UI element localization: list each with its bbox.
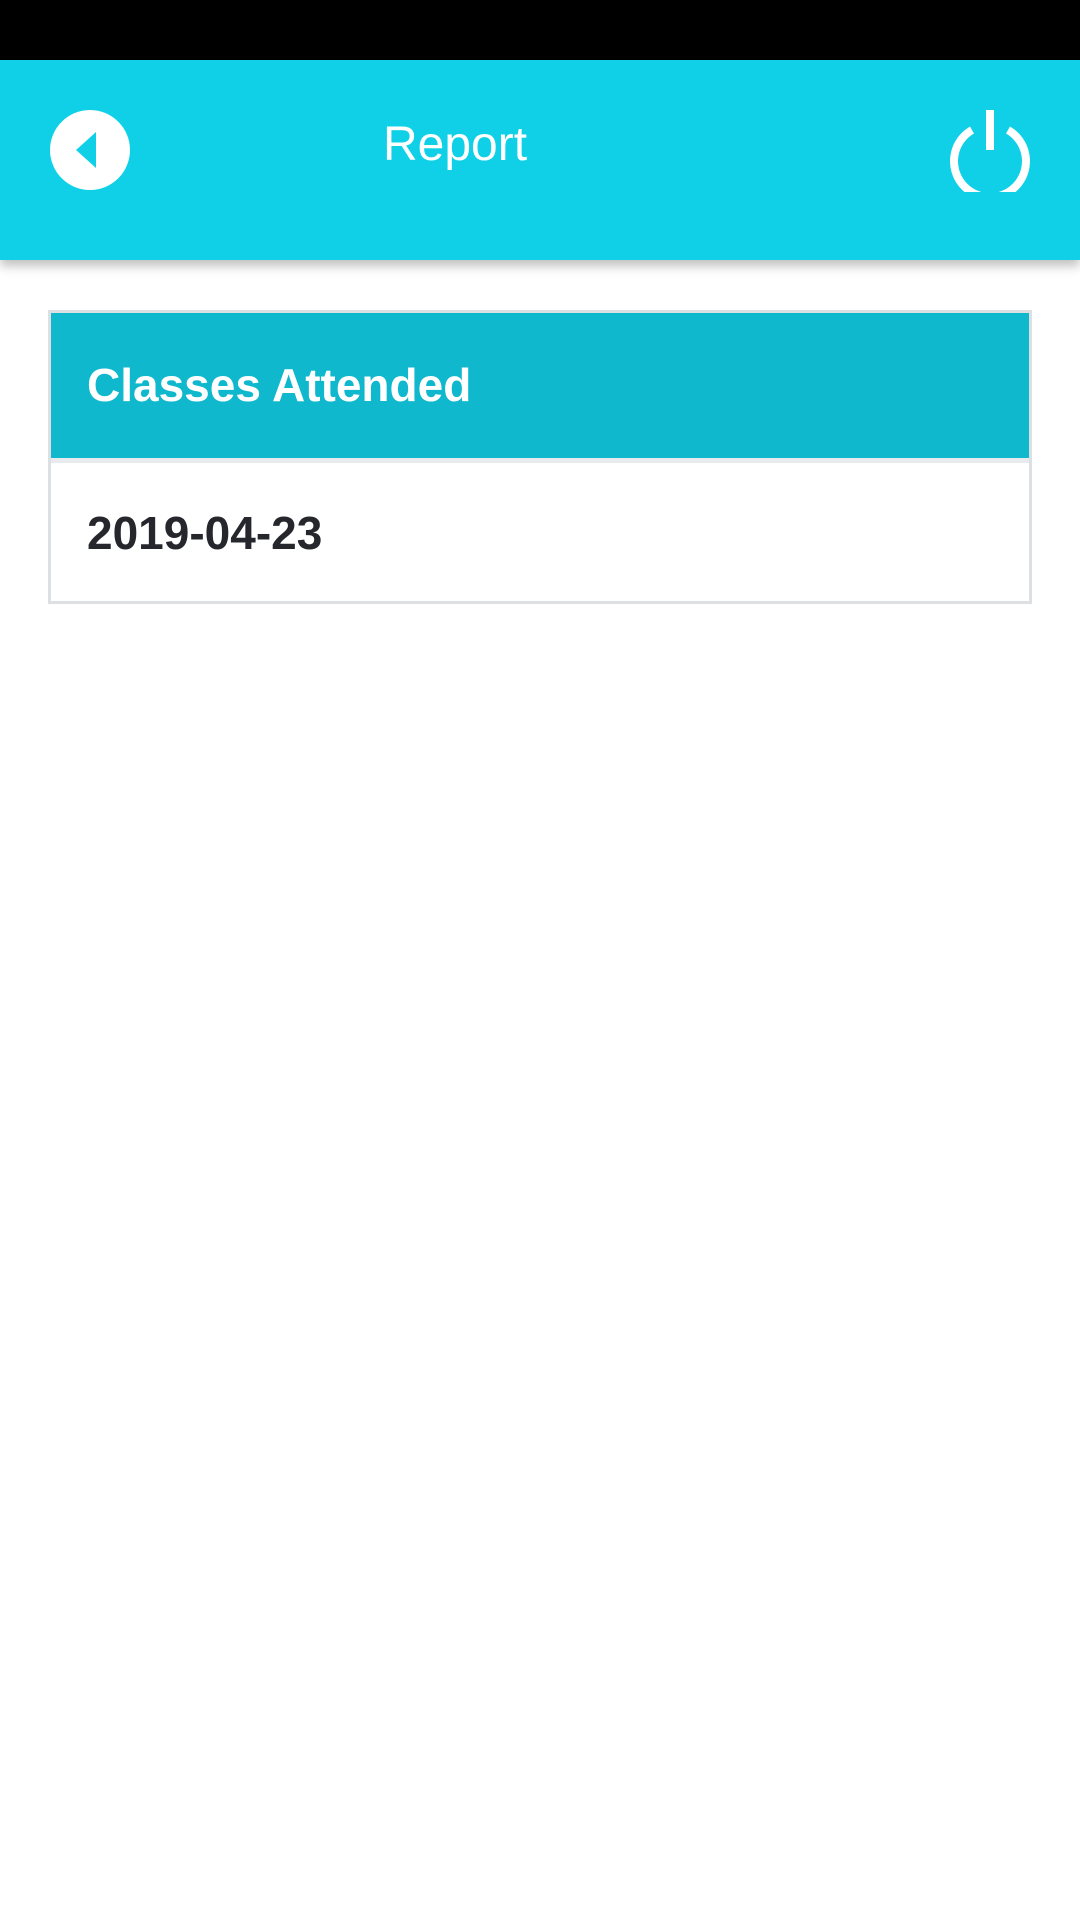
page-title: Report [382, 118, 528, 171]
card-header: Classes Attended [51, 313, 1029, 463]
list-item: 2019-04-23 [51, 463, 1029, 603]
classes-attended-card: Classes Attended 2019-04-23 [48, 310, 1032, 604]
attended-date: 2019-04-23 [87, 507, 323, 559]
power-icon [950, 110, 1030, 202]
app-bar: Report [0, 60, 1080, 260]
status-bar [0, 0, 1080, 60]
section-title: Classes Attended [87, 359, 472, 411]
power-button[interactable] [948, 108, 1032, 202]
